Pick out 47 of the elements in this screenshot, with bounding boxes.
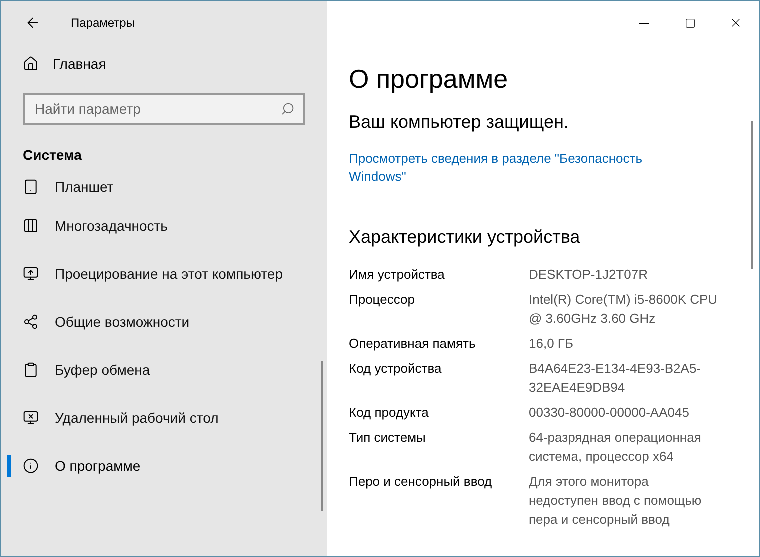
sidebar-item-label: Многозадачность [55, 216, 168, 236]
spec-value: DESKTOP-1J2T07R [529, 266, 649, 284]
nodes-icon [23, 314, 39, 330]
sidebar-item[interactable]: О программе [1, 442, 327, 490]
sidebar-item-label: Проецирование на этот компьютер [55, 264, 283, 284]
home-item[interactable]: Главная [1, 47, 327, 81]
sidebar-item-label: О программе [55, 456, 141, 476]
search-field[interactable]: Найти параметр [23, 93, 305, 125]
sidebar-item[interactable]: Проецирование на этот компьютер [1, 250, 327, 298]
sidebar-item[interactable]: Буфер обмена [1, 346, 327, 394]
spec-value: Для этого монитора недоступен ввод с помощью пера и сенсорный ввод [529, 473, 703, 529]
tablet-icon [23, 179, 39, 195]
spec-label: Тип системы [349, 429, 427, 447]
columns-icon [23, 218, 39, 234]
spec-label: Имя устройства [349, 266, 446, 284]
home-icon [23, 56, 39, 72]
section-heading: Характеристики устройства [349, 226, 582, 249]
sidebar-item[interactable]: Планшет [1, 172, 327, 202]
maximize-icon [684, 18, 696, 28]
spec-label: Код устройства [349, 360, 443, 378]
window-title: Параметры [71, 15, 135, 32]
security-link[interactable]: Просмотреть сведения в разделе "Безопасность Windows" [349, 150, 679, 186]
monitor-icon [23, 266, 39, 282]
spec-value: Intel(R) Core(TM) i5-8600K CPU @ 3.60GHz 3.60 GHz [529, 291, 719, 328]
sidebar-item[interactable]: Удаленный рабочий стол [1, 394, 327, 442]
spec-label: Перо и сенсорный ввод [349, 473, 494, 491]
spec-label: Код продукта [349, 404, 430, 422]
spec-value: 16,0 ГБ [529, 335, 574, 353]
info-icon [23, 458, 39, 474]
spec-value: 00330-80000-00000-AA045 [529, 404, 690, 422]
sidebar-item[interactable]: Общие возможности [1, 298, 327, 346]
spec-label: Процессор [349, 291, 416, 309]
protection-status: Ваш компьютер защищен. [349, 111, 570, 134]
page-title: О программе [349, 63, 510, 95]
sidebar-item-label: Планшет [55, 178, 114, 196]
sidebar-item-label: Удаленный рабочий стол [55, 408, 219, 428]
minimize-icon [639, 22, 649, 24]
spec-value: B4A64E23-E134-4E93-B2A5-32EAE4E9DB94 [529, 360, 702, 397]
sidebar-item-label: Общие возможности [55, 312, 190, 332]
search-icon [281, 102, 295, 116]
spec-value: 64-разрядная операционная система, процессор x64 [529, 429, 702, 466]
sidebar-item[interactable]: Многозадачность [1, 202, 327, 250]
clipboard-icon [23, 362, 39, 378]
section-heading: Система [22, 146, 83, 165]
remote-icon [23, 410, 39, 426]
spec-label: Оперативная память [349, 335, 477, 353]
sidebar-item-label: Буфер обмена [55, 360, 150, 380]
